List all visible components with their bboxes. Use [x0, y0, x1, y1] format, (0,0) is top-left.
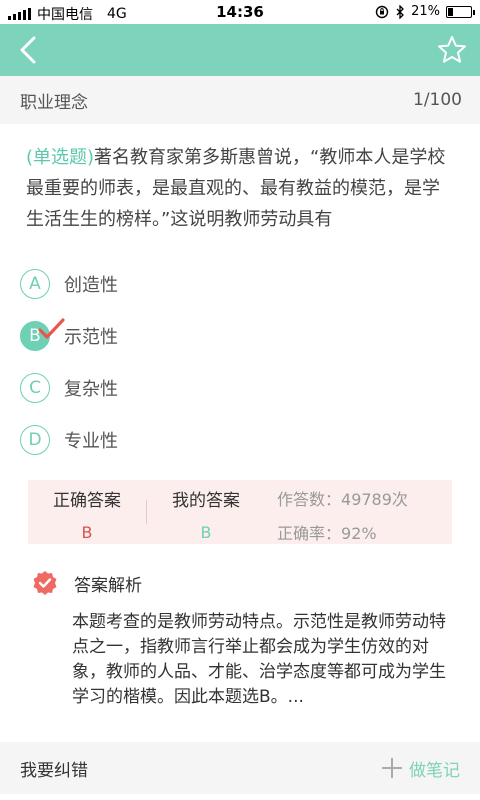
question-progress: 1/100	[413, 90, 462, 110]
my-answer-value: B	[200, 523, 212, 542]
question-header: 职业理念 1/100	[0, 76, 480, 124]
battery-icon	[446, 5, 475, 18]
accuracy-label: 正确率：	[277, 524, 342, 543]
option-text: 示范性	[64, 327, 118, 348]
answer-summary: 正确答案 B 我的答案 B 作答数：49789次 正确率：92%	[28, 480, 452, 544]
option-letter: A	[20, 269, 50, 299]
option-letter: B	[20, 318, 65, 351]
correct-answer-label: 正确答案	[53, 491, 121, 511]
attempts-label: 作答数：	[277, 490, 342, 509]
battery-percent: 21%	[411, 4, 440, 19]
option-letter: D	[20, 425, 50, 455]
options-list: A 创造性 B 示范性 C 复杂性 D 专业性	[20, 258, 460, 466]
answer-stats: 作答数：49789次 正确率：92%	[265, 480, 408, 544]
favorite-button[interactable]	[436, 34, 468, 66]
take-note-button[interactable]: 做笔记	[381, 756, 460, 781]
chevron-left-icon	[20, 36, 36, 64]
bottom-bar: 我要纠错 做笔记	[0, 742, 480, 794]
my-answer-column: 我的答案 B	[147, 480, 265, 544]
option-d[interactable]: D 专业性	[20, 414, 460, 466]
question-type: (单选题)	[26, 147, 95, 168]
option-text: 复杂性	[64, 379, 118, 400]
attempts-value: 49789次	[341, 490, 408, 509]
correct-answer-value: B	[81, 523, 93, 542]
analysis-header: 答案解析	[32, 570, 142, 596]
category-label: 职业理念	[20, 92, 88, 113]
nav-bar	[0, 24, 480, 76]
star-outline-icon	[438, 36, 466, 63]
plus-icon	[382, 758, 402, 778]
option-c[interactable]: C 复杂性	[20, 362, 460, 414]
analysis-title: 答案解析	[74, 575, 142, 596]
correct-answer-column: 正确答案 B	[28, 480, 146, 544]
attempts-row: 作答数：49789次	[277, 486, 408, 510]
report-error-button[interactable]: 我要纠错	[20, 756, 88, 781]
back-button[interactable]	[14, 34, 46, 66]
option-b[interactable]: B 示范性	[20, 310, 460, 362]
option-text: 创造性	[64, 275, 118, 296]
option-text: 专业性	[64, 431, 118, 452]
analysis-text: 本题考查的是教师劳动特点。示范性是教师劳动特点之一，指教师言行举止都会成为学生仿…	[72, 612, 446, 707]
option-letter: C	[20, 373, 50, 403]
checkmark-icon	[38, 318, 65, 339]
accuracy-row: 正确率：92%	[277, 520, 408, 544]
verified-badge-icon	[33, 571, 57, 595]
status-bar: 中国电信 4G 14:36 21%	[0, 0, 480, 24]
bluetooth-icon	[396, 4, 405, 19]
status-right: 21%	[375, 4, 475, 19]
accuracy-value: 92%	[341, 524, 377, 543]
question-text: (单选题)著名教育家第多斯惠曾说，“教师本人是学校最重要的师表，是最直观的、最有…	[26, 142, 456, 235]
option-a[interactable]: A 创造性	[20, 258, 460, 310]
take-note-label: 做笔记	[409, 760, 460, 781]
orientation-lock-icon	[375, 5, 389, 18]
my-answer-label: 我的答案	[172, 491, 240, 511]
